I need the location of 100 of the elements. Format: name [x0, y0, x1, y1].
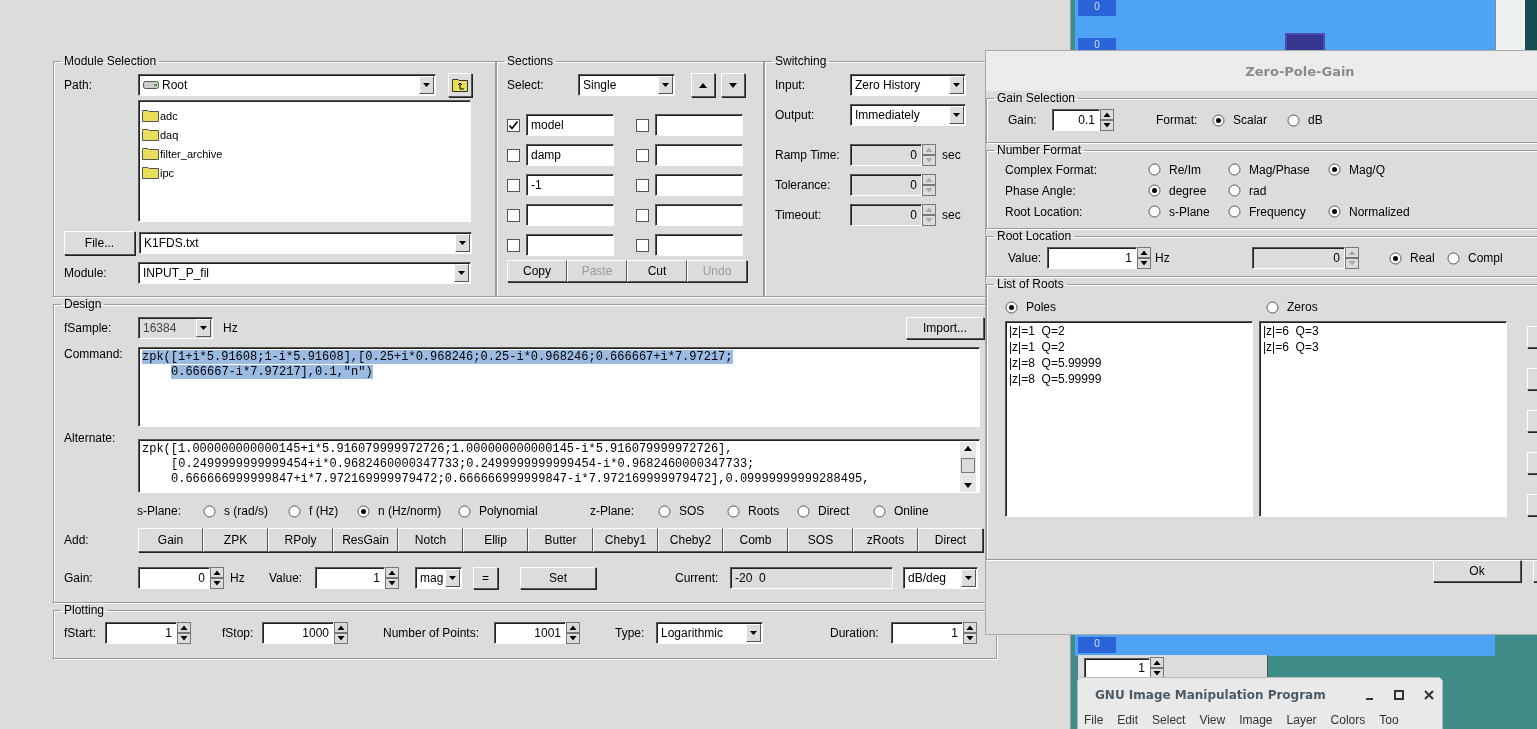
root-item[interactable]: |z|=8 Q=5.99999 — [1009, 372, 1249, 388]
stepper-control[interactable] — [385, 567, 399, 589]
add-filter-button[interactable]: ZPK — [203, 528, 268, 552]
roots-list[interactable]: |z|=1 Q=2 |z|=1 Q=2 |z|=8 Q=5.99999 |z|=8 Q=5.99999 — [1005, 321, 1253, 517]
set-button[interactable]: Set — [520, 567, 596, 589]
number-field[interactable]: 1 — [1084, 658, 1150, 678]
import-button[interactable]: Import... — [906, 317, 984, 339]
radio-button[interactable] — [1328, 163, 1341, 176]
checkbox[interactable] — [507, 148, 520, 162]
stepper-control[interactable] — [210, 567, 224, 589]
ok-button[interactable]: Ok — [1433, 560, 1521, 582]
section-name-field[interactable] — [655, 234, 743, 256]
move-down-button[interactable] — [721, 73, 745, 97]
number-field[interactable]: 1000 — [262, 622, 334, 644]
scrollbar[interactable] — [960, 442, 976, 492]
add-filter-button[interactable]: Gain — [138, 528, 203, 552]
select-dropdown[interactable]: Single — [578, 74, 675, 96]
section-name-field[interactable] — [655, 114, 743, 136]
folder-name[interactable]: ipc — [160, 166, 175, 179]
number-field[interactable]: 1001 — [494, 622, 566, 644]
radio-button[interactable] — [1266, 300, 1279, 314]
file-dropdown[interactable]: K1FDS.txt — [139, 232, 472, 254]
file-button[interactable]: File... — [64, 231, 135, 255]
section-name-field[interactable]: damp — [526, 144, 614, 166]
radio-button[interactable] — [1287, 113, 1300, 127]
value-field[interactable]: 1 — [315, 567, 385, 589]
radio-button[interactable] — [1148, 205, 1161, 218]
section-name-field[interactable]: model — [526, 114, 614, 136]
radio-button[interactable] — [1228, 184, 1241, 197]
section-action-button[interactable]: Cut — [627, 260, 687, 282]
add-filter-button[interactable]: ResGain — [333, 528, 398, 552]
radio-button[interactable] — [1005, 300, 1018, 314]
value-field[interactable]: 1 — [1047, 247, 1137, 269]
menu-item[interactable]: Image — [1239, 712, 1273, 728]
input-dropdown[interactable]: Zero History — [850, 74, 966, 96]
folder-name[interactable]: daq — [160, 128, 179, 141]
gain-field[interactable]: 0.1 — [1052, 109, 1100, 131]
unit-dropdown[interactable]: mag — [415, 567, 462, 589]
radio-button[interactable] — [1328, 205, 1341, 218]
stepper-control[interactable] — [566, 622, 580, 644]
radio-button[interactable] — [658, 504, 671, 518]
equals-button[interactable]: = — [473, 567, 498, 589]
folder-name[interactable]: adc — [160, 109, 178, 122]
root-item[interactable]: |z|=8 Q=5.99999 — [1009, 356, 1249, 372]
radio-button[interactable] — [797, 504, 810, 518]
radio-button[interactable] — [1148, 184, 1161, 197]
move-up-button[interactable] — [691, 73, 715, 97]
checkbox[interactable] — [636, 238, 649, 252]
root-item[interactable]: |z|=1 Q=2 — [1009, 340, 1249, 356]
menu-item[interactable]: Edit — [1117, 712, 1139, 728]
add-filter-button[interactable]: Ellip — [463, 528, 528, 552]
number-field[interactable]: 1 — [891, 622, 963, 644]
checkbox[interactable] — [636, 118, 649, 132]
radio-button[interactable] — [1228, 205, 1241, 218]
menu-item[interactable]: File — [1084, 712, 1104, 728]
radio-button[interactable] — [727, 504, 740, 518]
folder-name[interactable]: filter_archive — [160, 147, 223, 160]
roots-list[interactable]: |z|=6 Q=3 |z|=6 Q=3 — [1259, 321, 1507, 517]
add-filter-button[interactable]: Notch — [398, 528, 463, 552]
module-dropdown[interactable]: INPUT_P_fil — [138, 262, 471, 284]
checkbox[interactable] — [636, 178, 649, 192]
radio-button[interactable] — [873, 504, 886, 518]
section-name-field[interactable] — [526, 234, 614, 256]
stepper-control[interactable] — [177, 622, 191, 644]
unit-dropdown[interactable]: dB/deg — [903, 567, 978, 589]
radio-button[interactable] — [357, 504, 370, 518]
stepper-control[interactable] — [1150, 657, 1164, 679]
radio-button[interactable] — [1447, 251, 1460, 265]
add-filter-button[interactable]: Butter — [528, 528, 593, 552]
radio-button[interactable] — [458, 504, 471, 518]
maximize-icon[interactable] — [1394, 690, 1404, 700]
menu-item[interactable]: Select — [1152, 712, 1186, 728]
number-field[interactable]: 1 — [105, 622, 177, 644]
add-filter-button[interactable]: Cheby2 — [658, 528, 723, 552]
add-filter-button[interactable]: Cheby1 — [593, 528, 658, 552]
add-filter-button[interactable]: SOS — [788, 528, 853, 552]
menu-item[interactable]: Too — [1379, 712, 1399, 728]
radio-button[interactable] — [288, 504, 301, 518]
checkbox[interactable] — [507, 208, 520, 222]
gain-field[interactable]: 0 — [138, 567, 210, 589]
command-field[interactable]: zpk([1+i*5.91608;1-i*5.91608],[0.25+i*0.968246;0.25-i*0.968246;0.666667+i*7.97217; 0.666667-i*7.97217],0.1,"n") — [138, 347, 980, 427]
stepper-control[interactable] — [334, 622, 348, 644]
stepper-control[interactable] — [1100, 109, 1114, 131]
radio-button[interactable] — [1212, 113, 1225, 127]
menu-item[interactable]: View — [1199, 712, 1226, 728]
section-name-field[interactable] — [655, 204, 743, 226]
add-filter-button[interactable]: Direct — [918, 528, 983, 552]
root-item[interactable]: |z|=1 Q=2 — [1009, 324, 1249, 340]
add-filter-button[interactable]: zRoots — [853, 528, 918, 552]
checkbox[interactable] — [507, 178, 520, 192]
path-dropdown[interactable]: Root — [138, 74, 436, 96]
checkbox[interactable] — [636, 148, 649, 162]
type-dropdown[interactable]: Logarithmic — [656, 622, 763, 644]
menu-item[interactable]: Layer — [1286, 712, 1317, 728]
output-dropdown[interactable]: Immediately — [850, 104, 966, 126]
radio-button[interactable] — [1228, 163, 1241, 176]
close-icon[interactable] — [1424, 690, 1434, 700]
add-filter-button[interactable]: Comb — [723, 528, 788, 552]
root-item[interactable]: |z|=6 Q=3 — [1263, 340, 1503, 356]
checkbox[interactable] — [507, 238, 520, 252]
